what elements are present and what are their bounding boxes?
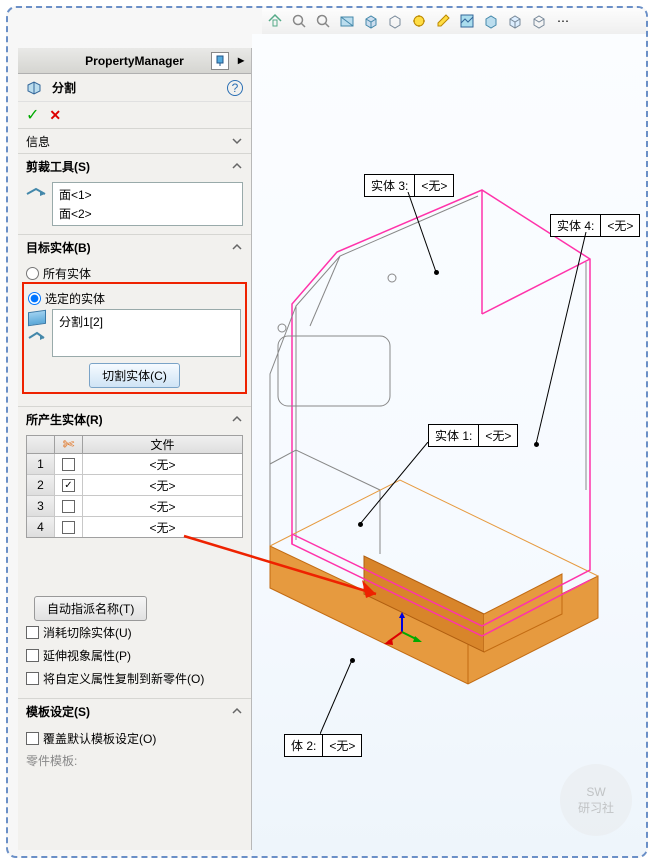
view-toolbar: ⋯ <box>262 8 646 34</box>
edit-appearance-icon[interactable] <box>434 12 452 30</box>
file-cell[interactable]: <无> <box>83 517 242 537</box>
leader-line <box>402 192 442 277</box>
pin-icon[interactable] <box>211 52 229 70</box>
table-row[interactable]: 2 ✓ <无> <box>27 475 242 496</box>
more-icon[interactable]: ⋯ <box>554 12 572 30</box>
file-cell[interactable]: <无> <box>83 475 242 495</box>
checkbox[interactable] <box>26 732 39 745</box>
resulting-bodies-table: ✄ 文件 1 <无> 2 ✓ <无> 3 <box>26 435 243 538</box>
collapse-right-icon[interactable]: ▸ <box>233 52 249 68</box>
chk-copycustom[interactable]: 将自定义属性复制到新零件(O) <box>26 667 243 690</box>
section-target-title: 目标实体(B) <box>26 239 91 256</box>
scissor-icon: ✄ <box>63 436 75 453</box>
chk-propagate[interactable]: 延伸视象属性(P) <box>26 644 243 667</box>
row-number: 2 <box>27 475 55 495</box>
leader-line <box>536 232 596 448</box>
radio-input[interactable] <box>26 267 39 280</box>
wireframe-icon[interactable] <box>530 12 548 30</box>
face-select-icon[interactable] <box>26 184 46 198</box>
checkbox[interactable] <box>62 521 75 534</box>
cut-bodies-button[interactable]: 切割实体(C) <box>89 363 180 388</box>
view-orient-icon[interactable] <box>362 12 380 30</box>
feature-header: 分割 ? <box>18 74 251 102</box>
list-item[interactable]: 面<1> <box>57 185 238 204</box>
ok-button[interactable]: ✓ <box>26 105 39 125</box>
app-frame: ⋯ PropertyManager ▸ 分割 ? ✓ ✕ 信息 剪裁工具(S) <box>6 6 648 858</box>
section-template-title: 模板设定(S) <box>26 703 90 720</box>
pm-title: PropertyManager <box>85 54 184 68</box>
pm-title-bar: PropertyManager ▸ <box>18 48 251 74</box>
section-target-header[interactable]: 目标实体(B) <box>18 235 251 259</box>
zoom-fit-icon[interactable] <box>266 12 284 30</box>
trim-icon-column <box>26 182 46 226</box>
callout-body-1[interactable]: 实体 1: <无> <box>428 424 518 447</box>
arrow-icon[interactable] <box>28 329 46 341</box>
radio-all-label: 所有实体 <box>43 265 91 282</box>
prev-view-icon[interactable] <box>314 12 332 30</box>
property-manager-panel: PropertyManager ▸ 分割 ? ✓ ✕ 信息 剪裁工具(S) <box>18 48 252 850</box>
cube-icon[interactable] <box>506 12 524 30</box>
zoom-area-icon[interactable] <box>290 12 308 30</box>
feature-name: 分割 <box>52 79 76 96</box>
section-trim-title: 剪裁工具(S) <box>26 158 90 175</box>
graphics-viewport[interactable]: 实体 3: <无> 实体 4: <无> 实体 1: <无> 体 2: <无> S… <box>252 34 646 856</box>
radio-selected-bodies[interactable]: 选定的实体 <box>28 288 241 309</box>
watermark: SW 研习社 <box>560 764 632 836</box>
view-settings-icon[interactable] <box>482 12 500 30</box>
leader-line <box>360 442 432 528</box>
trim-faces-list[interactable]: 面<1> 面<2> <box>52 182 243 226</box>
apply-scene-icon[interactable] <box>458 12 476 30</box>
table-row[interactable]: 3 <无> <box>27 496 242 517</box>
leader-line <box>320 660 356 738</box>
row-number: 3 <box>27 496 55 516</box>
checkbox[interactable] <box>26 626 39 639</box>
chk-override-template[interactable]: 覆盖默认模板设定(O) <box>26 727 243 750</box>
auto-assign-button[interactable]: 自动指派名称(T) <box>34 596 147 621</box>
list-item[interactable]: 面<2> <box>57 204 238 223</box>
chevron-up-icon <box>231 160 243 172</box>
radio-sel-label: 选定的实体 <box>45 290 105 307</box>
col-file-header: 文件 <box>83 436 242 453</box>
chk-consume[interactable]: 消耗切除实体(U) <box>26 621 243 644</box>
part-template-label: 零件模板: <box>26 750 243 771</box>
ok-cancel-row: ✓ ✕ <box>18 102 251 128</box>
list-item[interactable]: 分割1[2] <box>57 312 236 331</box>
file-cell[interactable]: <无> <box>83 496 242 516</box>
row-number: 4 <box>27 517 55 537</box>
table-row[interactable]: 1 <无> <box>27 454 242 475</box>
hide-show-icon[interactable] <box>410 12 428 30</box>
chevron-up-icon <box>231 413 243 425</box>
checkbox[interactable] <box>26 672 39 685</box>
cancel-button[interactable]: ✕ <box>49 107 61 124</box>
target-bodies-list[interactable]: 分割1[2] <box>52 309 241 357</box>
display-style-icon[interactable] <box>386 12 404 30</box>
section-resulting-title: 所产生实体(R) <box>26 411 103 428</box>
target-icon-column <box>28 309 46 357</box>
radio-all-bodies[interactable]: 所有实体 <box>26 263 243 284</box>
checkbox[interactable] <box>62 500 75 513</box>
table-header-row: ✄ 文件 <box>27 436 242 454</box>
help-icon[interactable]: ? <box>227 80 243 96</box>
chevron-down-icon <box>231 135 243 147</box>
section-info-header[interactable]: 信息 <box>18 129 251 153</box>
section-trim-header[interactable]: 剪裁工具(S) <box>18 154 251 178</box>
checkbox[interactable] <box>26 649 39 662</box>
table-row[interactable]: 4 <无> <box>27 517 242 537</box>
checkbox[interactable] <box>62 458 75 471</box>
section-view-icon[interactable] <box>338 12 356 30</box>
file-cell[interactable]: <无> <box>83 454 242 474</box>
split-feature-icon <box>26 80 46 96</box>
section-template-header[interactable]: 模板设定(S) <box>18 699 251 723</box>
row-number: 1 <box>27 454 55 474</box>
chevron-up-icon <box>231 705 243 717</box>
checkbox[interactable]: ✓ <box>62 479 75 492</box>
highlight-box: 选定的实体 分割1[2] 切割实体(C) <box>22 282 247 394</box>
radio-input[interactable] <box>28 292 41 305</box>
chevron-up-icon <box>231 241 243 253</box>
body-icon[interactable] <box>28 310 46 327</box>
section-info-title: 信息 <box>26 133 50 150</box>
section-resulting-header[interactable]: 所产生实体(R) <box>18 407 251 431</box>
